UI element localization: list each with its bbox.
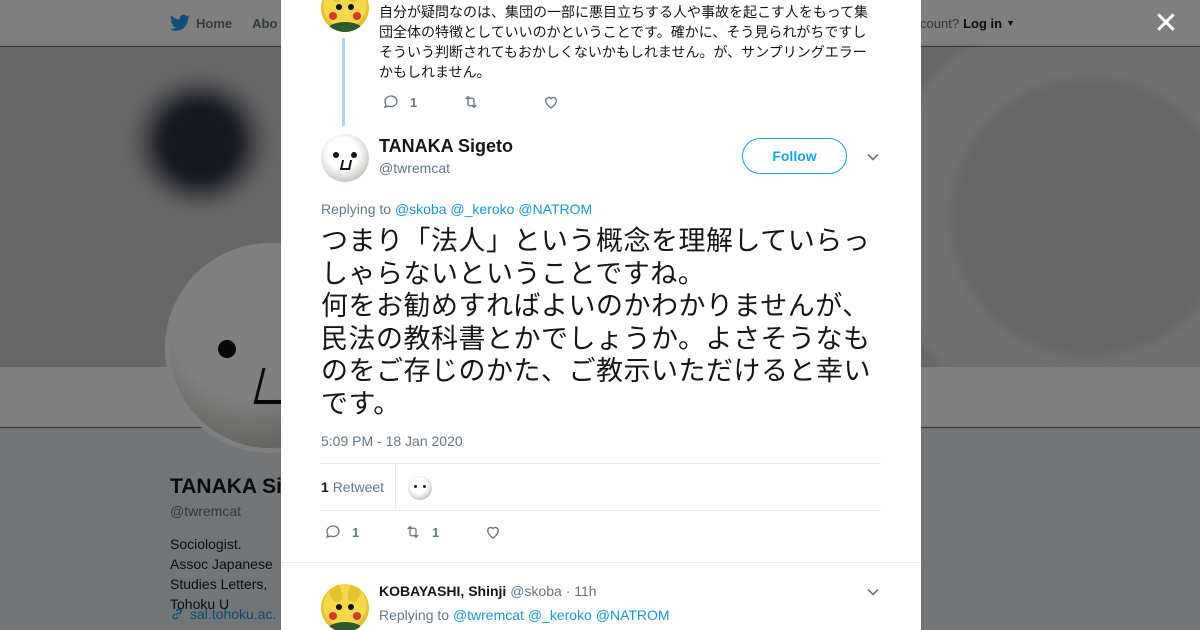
retweet-stat[interactable]: 1 Retweet (321, 479, 384, 495)
reply-author-name[interactable]: KOBAYASHI, Shinji (379, 583, 506, 599)
reply-tweet-avatar[interactable] (321, 584, 369, 630)
heart-icon (545, 96, 557, 109)
main-tweet-avatar[interactable] (321, 134, 369, 182)
heart-icon (487, 526, 499, 539)
mention-link[interactable]: @twremcat (453, 607, 524, 623)
tweet-permalink-modal: 自分が疑問なのは、集団の一部に悪目立ちする人や事故を起こす人をもって集団全体の特… (281, 0, 921, 630)
prev-tweet-avatar[interactable] (321, 0, 369, 32)
retweet-stat-label: Retweet (332, 479, 385, 495)
reply-button[interactable]: 1 (324, 523, 404, 541)
reply-time[interactable]: 11h (574, 583, 596, 599)
replies-separator (281, 562, 921, 572)
mention-link[interactable]: @_keroko (450, 201, 514, 217)
reply-replying-to: Replying to @twremcat @_keroko @NATROM (379, 607, 670, 623)
prev-tweet-actions: 1 (382, 93, 570, 111)
retweet-button[interactable]: 1 (404, 523, 484, 541)
retweeter-avatar[interactable] (408, 476, 432, 500)
author-name[interactable]: TANAKA Sigeto (379, 136, 513, 157)
retweet-button[interactable] (462, 93, 542, 111)
mention-link[interactable]: @_keroko (528, 607, 592, 623)
tweet-stats: 1 Retweet (321, 463, 881, 511)
close-icon[interactable]: ✕ (1150, 8, 1182, 40)
reply-dot: · (565, 583, 571, 599)
reply-author-line: KOBAYASHI, Shinji @skoba · 11h (379, 583, 597, 599)
tweet-timestamp[interactable]: 5:09 PM - 18 Jan 2020 (321, 433, 463, 449)
chevron-down-icon[interactable] (866, 150, 880, 164)
replying-prefix: Replying to (321, 201, 392, 217)
retweet-stat-count: 1 (321, 479, 329, 495)
retweet-icon (407, 525, 419, 539)
author-handle[interactable]: @twremcat (379, 160, 450, 176)
like-button[interactable] (484, 523, 512, 541)
replying-prefix: Replying to (379, 607, 450, 623)
like-button[interactable] (542, 93, 570, 111)
mention-link[interactable]: @skoba (395, 201, 447, 217)
stats-divider (395, 464, 396, 510)
replying-to: Replying to @skoba @_keroko @NATROM (321, 201, 592, 217)
retweet-count: 1 (432, 524, 440, 540)
reply-icon (325, 525, 340, 539)
reply-icon (383, 95, 398, 109)
thread-connector-line (342, 38, 345, 126)
reply-author-handle[interactable]: @skoba (510, 583, 562, 599)
main-tweet-actions: 1 1 (324, 523, 512, 541)
reply-button[interactable]: 1 (382, 93, 462, 111)
mention-link[interactable]: @NATROM (518, 201, 592, 217)
prev-tweet-text: 自分が疑問なのは、集団の一部に悪目立ちする人や事故を起こす人をもって集団全体の特… (379, 4, 869, 80)
reply-count: 1 (410, 94, 418, 110)
retweet-icon (465, 95, 477, 109)
mention-link[interactable]: @NATROM (596, 607, 670, 623)
reply-count: 1 (352, 524, 360, 540)
follow-button[interactable]: Follow (742, 138, 847, 174)
tweet-text: つまり「法人」という概念を理解していらっしゃらないということですね。 何をお勧め… (321, 226, 871, 420)
chevron-down-icon[interactable] (866, 585, 880, 599)
